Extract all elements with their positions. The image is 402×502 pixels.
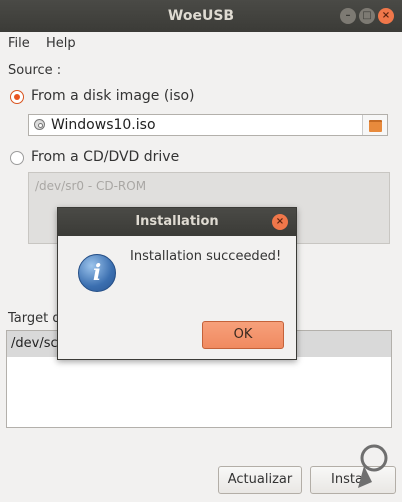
disk-image-radio[interactable] [10, 90, 24, 104]
dvd-drive-radio[interactable] [10, 151, 24, 165]
refresh-button[interactable]: Actualizar [218, 466, 302, 494]
info-icon: i [78, 254, 116, 292]
installation-dialog: Installation × i Installation succeeded!… [57, 207, 297, 360]
watermark-logo [358, 444, 388, 488]
menu-help[interactable]: Help [46, 36, 76, 51]
menu-bar: File Help [0, 32, 402, 54]
folder-icon [369, 120, 382, 132]
close-icon[interactable]: × [378, 8, 394, 24]
menu-file[interactable]: File [8, 36, 30, 51]
dialog-close-icon[interactable]: × [272, 214, 288, 230]
target-label: Target d [8, 311, 61, 326]
browse-button[interactable] [362, 115, 387, 135]
dvd-drive-item: /dev/sr0 - CD-ROM [35, 179, 147, 193]
minimize-icon[interactable]: – [340, 8, 356, 24]
dialog-message: Installation succeeded! [130, 249, 282, 264]
iso-file-name: Windows10.iso [51, 117, 156, 133]
dialog-title-bar: Installation × [58, 208, 296, 236]
disc-icon [34, 119, 45, 130]
disk-image-option-label[interactable]: From a disk image (iso) [31, 88, 195, 104]
target-device-name: /dev/sc [11, 336, 58, 351]
maximize-icon[interactable]: □ [359, 8, 375, 24]
dvd-drive-option-label[interactable]: From a CD/DVD drive [31, 149, 179, 165]
title-bar: WoeUSB – □ × [0, 0, 402, 32]
iso-file-chooser[interactable]: Windows10.iso [28, 114, 388, 136]
source-label: Source : [8, 63, 62, 78]
dialog-title: Installation [135, 214, 219, 229]
ok-button[interactable]: OK [202, 321, 284, 349]
